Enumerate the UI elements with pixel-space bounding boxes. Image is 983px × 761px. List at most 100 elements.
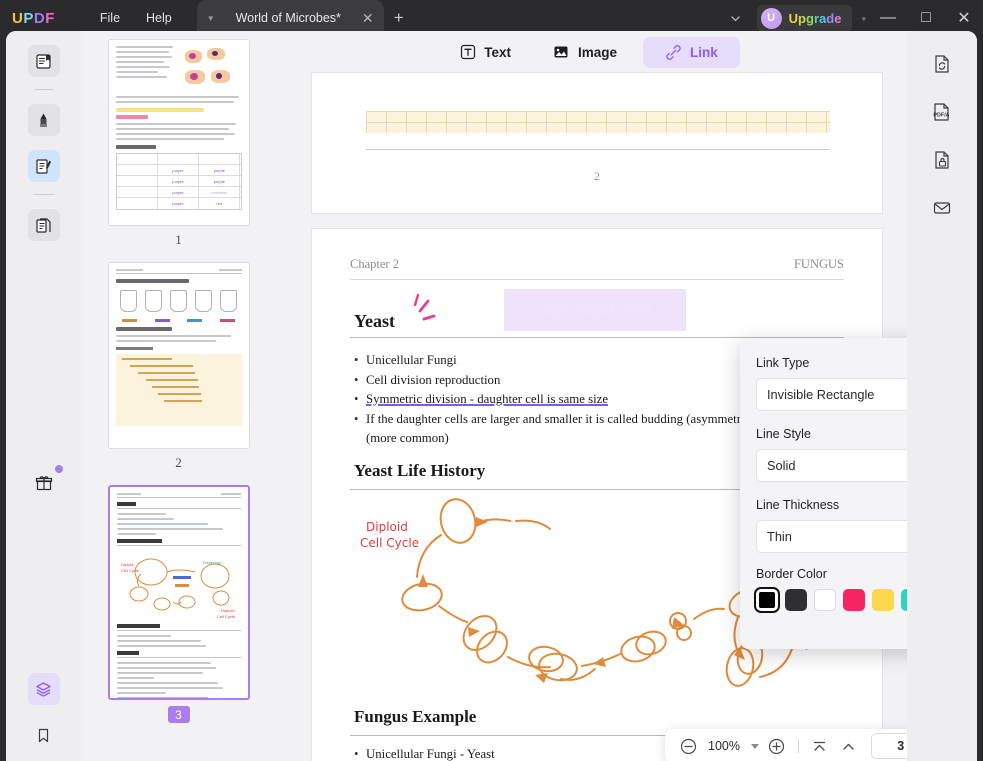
thumbnail-number-2: 2 (175, 455, 182, 470)
highlighter-icon (40, 113, 47, 127)
line-style-select[interactable]: Solid (756, 449, 907, 482)
updf-logo: UPDF (12, 10, 55, 27)
header-rule (350, 279, 844, 280)
list-item: Cell division reproduction (354, 371, 799, 391)
zoom-dropdown-button[interactable] (747, 733, 761, 759)
link-type-select[interactable]: Invisible Rectangle (756, 378, 907, 411)
upgrade-letter-1: p (798, 10, 806, 26)
sidebar-item-gift[interactable] (28, 465, 63, 499)
color-swatch-teal[interactable] (901, 589, 907, 611)
thumbnail-number-1: 1 (175, 232, 182, 247)
page2-rule (366, 149, 830, 150)
color-swatch-black[interactable] (756, 589, 778, 611)
page2-table-grid (366, 111, 830, 133)
line-style-value: Solid (767, 458, 796, 473)
logo-letter-0: U (12, 9, 24, 27)
document-area: Text Image Link 2 Chapter 2 FUNGUS https… (276, 31, 907, 761)
sidebar-item-pdfa[interactable]: PDF/A (927, 97, 957, 127)
sidebar-item-protect[interactable] (927, 145, 957, 175)
chapter-label: Chapter 2 (350, 257, 399, 271)
bookmark-icon (38, 728, 49, 742)
color-swatch-pink[interactable] (843, 589, 865, 611)
line-thickness-select[interactable]: Thin (756, 520, 907, 553)
sidebar-item-bookmark[interactable] (28, 719, 60, 751)
link-type-label: Link Type (756, 356, 810, 370)
list-item: If the daughter cells are larger and sma… (354, 410, 799, 430)
page-sheet-2[interactable]: 2 (312, 73, 882, 213)
previous-page-button[interactable] (836, 733, 862, 759)
chevron-down-icon (750, 743, 759, 749)
svg-text:PDF/A: PDF/A (933, 113, 949, 119)
line-thickness-value: Thin (767, 529, 792, 544)
thumb-table: purple purple purple purple purple colorles… (115, 153, 242, 210)
sidebar-item-organize[interactable] (27, 209, 60, 241)
color-swatch-white[interactable] (814, 589, 836, 611)
sidebar-item-convert[interactable] (927, 49, 957, 79)
thumbnail-page-3[interactable]: Diploid Cell Cycle Haploid Cell Cycle Di… (107, 485, 250, 700)
svg-text:Diploid: Diploid (366, 520, 408, 534)
heading-yeast-life-history: Yeast Life History (354, 461, 486, 480)
upgrade-letter-0: U (788, 10, 799, 26)
pdfa-icon: PDF/A (933, 103, 950, 121)
tool-text-label: Text (484, 44, 511, 60)
svg-text:Haploid: Haploid (221, 608, 235, 613)
current-page-value: 3 (897, 739, 905, 753)
edit-document-icon (36, 158, 51, 174)
list-item-link[interactable]: Symmetric division - daughter cell is sa… (354, 390, 799, 410)
page-header: Chapter 2 FUNGUS (350, 257, 844, 272)
logo-letter-1: P (23, 9, 34, 27)
selected-link-region[interactable]: https://updf.com/ (504, 289, 686, 331)
link-properties-popup[interactable]: Link Type Invisible Rectangle Line Style… (740, 338, 907, 649)
upgrade-letter-2: g (806, 10, 814, 26)
upgrade-letter-5: d (826, 10, 835, 26)
tool-text-button[interactable]: Text (443, 37, 527, 68)
link-icon (665, 44, 682, 61)
thumbnail-page-2[interactable] (107, 262, 250, 449)
sidebar-item-email[interactable] (927, 193, 957, 223)
svg-text:Dissection: Dissection (203, 560, 221, 565)
zoom-in-button[interactable] (764, 733, 790, 759)
sidebar-item-annotate[interactable] (27, 104, 60, 136)
upgrade-letter-4: a (819, 10, 827, 26)
yeast-bullet-list: Unicellular Fungi Cell division reproduc… (354, 351, 799, 449)
app-window: purple purple purple purple purple colorles… (6, 31, 977, 761)
lock-document-icon (935, 151, 949, 169)
toolbar-divider (797, 739, 799, 753)
upgrade-button[interactable]: U Upgrade (756, 4, 853, 32)
line-style-label: Line Style (756, 427, 811, 441)
thumbnail-page-1[interactable]: purple purple purple purple purple colorles… (107, 39, 250, 226)
thumb-content-1: purple purple purple purple purple colorles… (109, 40, 249, 225)
logo-letter-3: F (45, 9, 55, 27)
section-label: FUNGUS (793, 257, 844, 271)
thumb-content-2 (109, 263, 249, 448)
avatar: U (760, 7, 782, 29)
color-swatch-dark-gray[interactable] (785, 589, 807, 611)
upgrade-letter-6: e (834, 10, 842, 26)
convert-document-icon (935, 55, 949, 73)
border-color-label: Border Color (756, 567, 827, 581)
list-item: Unicellular Fungi (354, 351, 799, 371)
zoom-level-value[interactable]: 100% (704, 739, 744, 753)
link-type-value: Invisible Rectangle (767, 387, 875, 402)
layers-icon (36, 681, 51, 697)
tab-dropdown-icon[interactable]: ▼ (203, 14, 219, 23)
image-icon (553, 44, 570, 61)
thumbnail-panel[interactable]: purple purple purple purple purple colorles… (81, 31, 276, 761)
envelope-icon (933, 202, 951, 214)
notification-badge (54, 465, 63, 473)
tool-image-button[interactable]: Image (537, 37, 633, 68)
gift-icon (35, 476, 52, 491)
close-icon[interactable]: ✕ (358, 8, 378, 28)
color-swatch-yellow[interactable] (872, 589, 894, 611)
first-page-button[interactable] (807, 733, 833, 759)
book-icon (36, 53, 51, 69)
sidebar-item-edit-pdf[interactable] (27, 150, 60, 182)
tool-link-label: Link (690, 44, 718, 60)
tool-link-button[interactable]: Link (643, 36, 740, 68)
page-number-input[interactable]: 3 / 6 (870, 733, 907, 759)
sidebar-item-reader[interactable] (27, 45, 60, 77)
sidebar-item-layers[interactable] (27, 673, 60, 705)
tab-title: World of Microbes* (235, 11, 341, 25)
svg-text:Cell Cycle: Cell Cycle (217, 614, 236, 619)
zoom-out-button[interactable] (675, 733, 701, 759)
